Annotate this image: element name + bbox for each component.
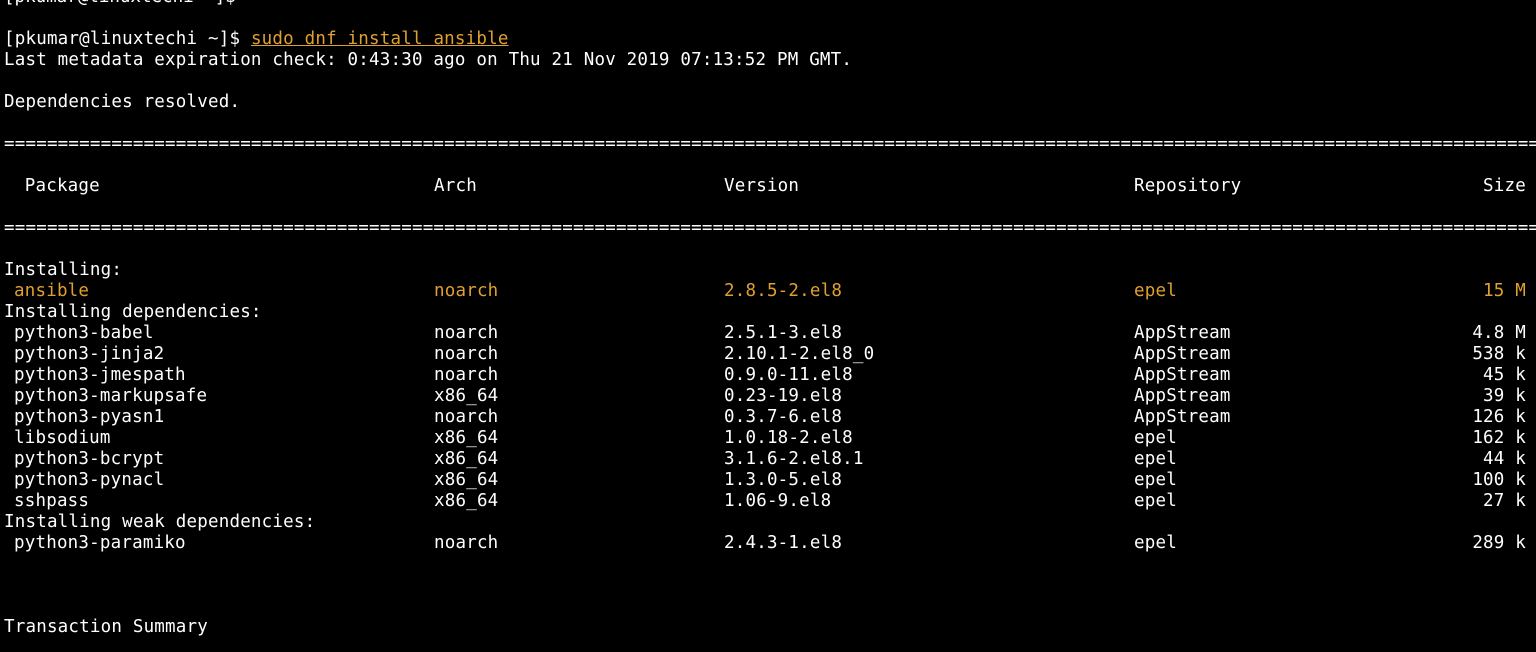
cell-package: python3-babel — [4, 323, 434, 344]
cell-size: 44 k — [1444, 449, 1532, 470]
cell-size: 4.8 M — [1444, 323, 1532, 344]
cell-version: 1.0.18-2.el8 — [724, 428, 1134, 449]
cell-package: ansible — [4, 281, 434, 302]
cell-size: 126 k — [1444, 407, 1532, 428]
cell-repository: epel — [1134, 470, 1444, 491]
cell-arch: x86_64 — [434, 470, 724, 491]
table-row: sshpassx86_641.06-9.el8epel27 k — [4, 491, 1532, 512]
table-row: python3-paramikonoarch2.4.3-1.el8epel289… — [4, 533, 1532, 554]
table-row: python3-pyasn1noarch0.3.7-6.el8AppStream… — [4, 407, 1532, 428]
cell-package: python3-pyasn1 — [4, 407, 434, 428]
shell-prompt: [pkumar@linuxtechi ~]$ — [4, 29, 251, 49]
cell-arch: noarch — [434, 365, 724, 386]
table-row: python3-pynaclx86_641.3.0-5.el8epel100 k — [4, 470, 1532, 491]
scrollback-partial-line: [pkumar@linuxtechi ~]$ — [0, 0, 1536, 8]
cell-package: libsodium — [4, 428, 434, 449]
table-row: python3-jmespathnoarch0.9.0-11.el8AppStr… — [4, 365, 1532, 386]
cell-version: 0.23-19.el8 — [724, 386, 1134, 407]
cell-version: 2.4.3-1.el8 — [724, 533, 1134, 554]
cell-size: 39 k — [1444, 386, 1532, 407]
cell-size: 289 k — [1444, 533, 1532, 554]
cell-repository: epel — [1134, 533, 1444, 554]
section-label: Installing dependencies: — [4, 302, 1532, 323]
cell-size: 15 M — [1444, 281, 1532, 302]
table-row: python3-bcryptx86_643.1.6-2.el8.1epel44 … — [4, 449, 1532, 470]
cell-arch: noarch — [434, 323, 724, 344]
section-label: Installing: — [4, 260, 1532, 281]
cell-size: 538 k — [1444, 344, 1532, 365]
cell-repository: epel — [1134, 449, 1444, 470]
cell-size: 162 k — [1444, 428, 1532, 449]
cell-arch: x86_64 — [434, 449, 724, 470]
header-arch: Arch — [434, 176, 724, 197]
cell-version: 3.1.6-2.el8.1 — [724, 449, 1134, 470]
section-label: Installing weak dependencies: — [4, 512, 1532, 533]
cell-package: python3-jmespath — [4, 365, 434, 386]
cell-version: 2.8.5-2.el8 — [724, 281, 1134, 302]
cell-arch: noarch — [434, 533, 724, 554]
cell-package: python3-bcrypt — [4, 449, 434, 470]
header-repository: Repository — [1134, 176, 1444, 197]
cell-version: 2.10.1-2.el8_0 — [724, 344, 1134, 365]
cell-size: 100 k — [1444, 470, 1532, 491]
cell-arch: x86_64 — [434, 428, 724, 449]
cell-arch: x86_64 — [434, 386, 724, 407]
cell-package: python3-paramiko — [4, 533, 434, 554]
deps-resolved-line: Dependencies resolved. — [4, 92, 1532, 113]
cell-version: 0.9.0-11.el8 — [724, 365, 1134, 386]
cell-arch: noarch — [434, 344, 724, 365]
cell-size: 27 k — [1444, 491, 1532, 512]
terminal[interactable]: [pkumar@linuxtechi ~]$ sudo dnf install … — [0, 8, 1536, 652]
cell-size: 45 k — [1444, 365, 1532, 386]
blank-line — [4, 575, 1532, 596]
cell-repository: epel — [1134, 491, 1444, 512]
cell-arch: x86_64 — [434, 491, 724, 512]
cell-arch: noarch — [434, 407, 724, 428]
cell-repository: AppStream — [1134, 386, 1444, 407]
cell-package: python3-markupsafe — [4, 386, 434, 407]
divider: ========================================… — [4, 218, 1532, 239]
cell-repository: AppStream — [1134, 365, 1444, 386]
header-version: Version — [724, 176, 1134, 197]
table-row: libsodiumx86_641.0.18-2.el8epel162 k — [4, 428, 1532, 449]
cell-version: 0.3.7-6.el8 — [724, 407, 1134, 428]
cell-repository: AppStream — [1134, 344, 1444, 365]
cell-package: sshpass — [4, 491, 434, 512]
table-row: python3-markupsafex86_640.23-19.el8AppSt… — [4, 386, 1532, 407]
entered-command: sudo dnf install ansible — [251, 29, 509, 49]
cell-package: python3-pynacl — [4, 470, 434, 491]
table-row: ansiblenoarch2.8.5-2.el8epel15 M — [4, 281, 1532, 302]
cell-version: 1.3.0-5.el8 — [724, 470, 1134, 491]
transaction-summary-label: Transaction Summary — [4, 617, 1532, 638]
header-size: Size — [1444, 176, 1532, 197]
cell-package: python3-jinja2 — [4, 344, 434, 365]
header-package: Package — [4, 176, 434, 197]
cell-repository: epel — [1134, 428, 1444, 449]
table-header: Package Arch Version Repository Size — [4, 176, 1532, 197]
cell-version: 1.06-9.el8 — [724, 491, 1134, 512]
cell-repository: AppStream — [1134, 407, 1444, 428]
cell-version: 2.5.1-3.el8 — [724, 323, 1134, 344]
table-row: python3-jinja2noarch2.10.1-2.el8_0AppStr… — [4, 344, 1532, 365]
cell-arch: noarch — [434, 281, 724, 302]
cell-repository: AppStream — [1134, 323, 1444, 344]
table-row: python3-babelnoarch2.5.1-3.el8AppStream4… — [4, 323, 1532, 344]
cell-repository: epel — [1134, 281, 1444, 302]
divider: ========================================… — [4, 134, 1532, 155]
metadata-line: Last metadata expiration check: 0:43:30 … — [4, 50, 1532, 71]
